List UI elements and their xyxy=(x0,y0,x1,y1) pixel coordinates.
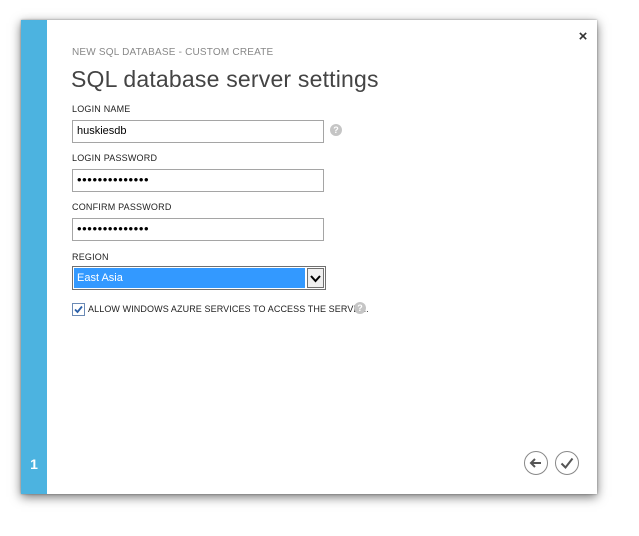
page-title: SQL database server settings xyxy=(71,66,379,92)
login-password-value: •••••••••••••• xyxy=(77,172,150,187)
step-bar: 1 xyxy=(21,20,47,494)
login-password-input[interactable]: •••••••••••••• xyxy=(72,169,324,192)
checkmark-icon xyxy=(560,457,574,470)
login-name-help-icon[interactable]: ? xyxy=(330,124,342,136)
region-dropdown-button[interactable] xyxy=(307,268,324,288)
checkmark-icon xyxy=(74,305,83,314)
login-name-label: LOGIN NAME xyxy=(72,104,131,114)
complete-button[interactable] xyxy=(555,451,579,475)
allow-azure-label: ALLOW WINDOWS AZURE SERVICES TO ACCESS T… xyxy=(88,304,369,314)
chevron-down-icon xyxy=(310,275,321,283)
close-icon[interactable]: × xyxy=(575,28,591,46)
back-button[interactable] xyxy=(524,451,548,475)
confirm-password-label: CONFIRM PASSWORD xyxy=(72,202,172,212)
allow-azure-help-icon[interactable]: ? xyxy=(354,302,366,314)
wizard-dialog: 1 × NEW SQL DATABASE - CUSTOM CREATE SQL… xyxy=(21,20,597,494)
confirm-password-input[interactable]: •••••••••••••• xyxy=(72,218,324,241)
step-number: 1 xyxy=(30,456,38,472)
back-arrow-icon xyxy=(529,458,541,468)
login-name-input[interactable]: huskiesdb xyxy=(72,120,324,143)
confirm-password-value: •••••••••••••• xyxy=(77,221,150,236)
login-password-label: LOGIN PASSWORD xyxy=(72,153,158,163)
region-label: REGION xyxy=(72,252,109,262)
login-name-value: huskiesdb xyxy=(77,125,127,137)
wizard-subtitle: NEW SQL DATABASE - CUSTOM CREATE xyxy=(72,47,274,58)
region-select[interactable]: East Asia xyxy=(72,266,326,290)
region-selected-value: East Asia xyxy=(74,268,305,288)
allow-azure-checkbox[interactable] xyxy=(72,303,85,316)
